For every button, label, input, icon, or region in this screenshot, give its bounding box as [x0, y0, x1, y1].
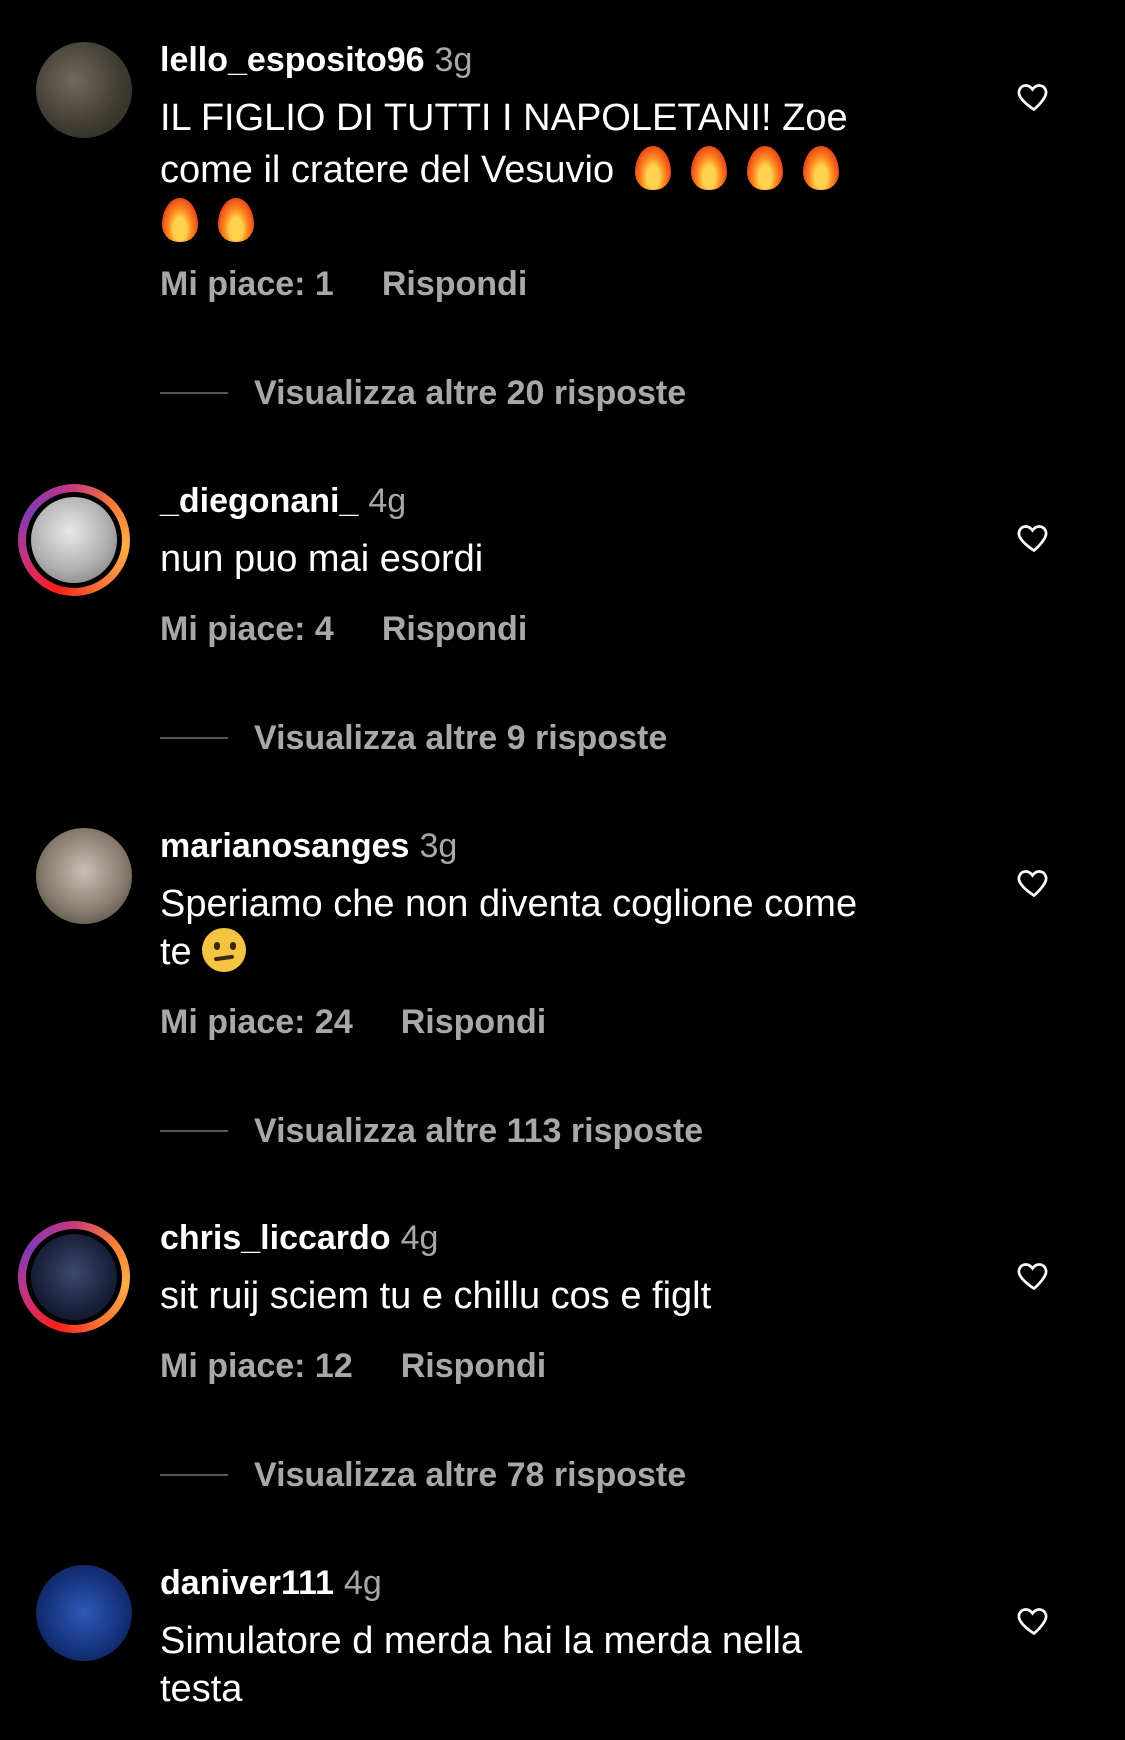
view-more-replies-label: Visualizza altre 20 risposte: [254, 374, 687, 412]
heart-outline-icon[interactable]: [1016, 1257, 1052, 1293]
view-more-replies[interactable]: Visualizza altre 20 risposte: [160, 373, 686, 413]
view-more-replies[interactable]: Visualizza altre 9 risposte: [160, 718, 667, 758]
fire-emoji: [689, 142, 729, 192]
avatar[interactable]: [36, 828, 132, 924]
comment-text-line: testa: [160, 1668, 243, 1710]
reply-button[interactable]: Rispondi: [382, 610, 527, 648]
view-more-replies-label: Visualizza altre 78 risposte: [254, 1456, 687, 1494]
comment-text: Speriamo che non diventa coglione come t…: [160, 880, 960, 976]
comment-text-line: nun puo mai esordi: [160, 538, 484, 580]
comment-actions: Mi piace: 1 Rispondi: [160, 264, 527, 304]
comment-username[interactable]: _diegonani_: [160, 482, 358, 520]
comment-username[interactable]: chris_liccardo: [160, 1219, 391, 1257]
comment-actions: Mi piace: 12 Rispondi: [160, 1346, 546, 1386]
avatar-image: [36, 42, 132, 138]
comment-time: 3g: [434, 41, 473, 79]
comment-text-line: sit ruij sciem tu e chillu cos e figlt: [160, 1275, 712, 1317]
likes-count[interactable]: Mi piace: 4: [160, 610, 334, 648]
likes-count[interactable]: Mi piace: 12: [160, 1347, 353, 1385]
comment-header: lello_esposito96 3g: [160, 40, 472, 80]
view-more-replies-label: Visualizza altre 113 risposte: [254, 1112, 704, 1150]
comment-header: chris_liccardo 4g: [160, 1218, 438, 1258]
avatar: [26, 1229, 122, 1325]
avatar[interactable]: [36, 1565, 132, 1661]
comment-header: marianosanges 3g: [160, 826, 457, 866]
comment-username[interactable]: lello_esposito96: [160, 41, 425, 79]
divider-line: [160, 1130, 228, 1132]
comment-username[interactable]: marianosanges: [160, 827, 409, 865]
comment-text: sit ruij sciem tu e chillu cos e figlt: [160, 1272, 960, 1320]
avatar[interactable]: [36, 42, 132, 138]
view-more-replies-label: Visualizza altre 9 risposte: [254, 719, 668, 757]
comment-actions: Mi piace: 4 Rispondi: [160, 609, 527, 649]
comment-actions: Mi piace: 24 Rispondi: [160, 1002, 546, 1042]
fire-emoji: [216, 194, 256, 244]
fire-emoji: [160, 194, 200, 244]
avatar-image: [36, 1565, 132, 1661]
avatar-image: [36, 828, 132, 924]
comment-text-line: Simulatore d merda hai la merda nella: [160, 1620, 803, 1662]
comment-text: Simulatore d merda hai la merda nella te…: [160, 1617, 960, 1713]
view-more-replies[interactable]: Visualizza altre 78 risposte: [160, 1455, 686, 1495]
reply-button[interactable]: Rispondi: [401, 1003, 546, 1041]
divider-line: [160, 392, 228, 394]
comment-time: 4g: [368, 482, 407, 520]
comment-username[interactable]: daniver111: [160, 1564, 334, 1602]
heart-outline-icon[interactable]: [1016, 519, 1052, 555]
comment-header: _diegonani_ 4g: [160, 481, 406, 521]
likes-count[interactable]: Mi piace: 1: [160, 265, 334, 303]
comment-text: IL FIGLIO DI TUTTI I NAPOLETANI! Zoe com…: [160, 94, 960, 246]
fire-emoji: [745, 142, 785, 192]
reply-button[interactable]: Rispondi: [401, 1347, 546, 1385]
reply-button[interactable]: Rispondi: [382, 265, 527, 303]
divider-line: [160, 1474, 228, 1476]
comment-header: daniver111 4g: [160, 1563, 382, 1603]
comment-time: 3g: [419, 827, 458, 865]
comment-text-line: Speriamo che non diventa coglione come: [160, 883, 858, 925]
comment-time: 4g: [343, 1564, 382, 1602]
heart-outline-icon[interactable]: [1016, 864, 1052, 900]
fire-emoji: [633, 142, 673, 192]
divider-line: [160, 737, 228, 739]
heart-outline-icon[interactable]: [1016, 1602, 1052, 1638]
comment-text-line: come il cratere del Vesuvio: [160, 142, 960, 194]
avatar-story-ring[interactable]: [18, 484, 130, 596]
avatar-story-ring[interactable]: [18, 1221, 130, 1333]
comment-text-line: te: [160, 928, 960, 976]
comment-time: 4g: [400, 1219, 439, 1257]
comment-text-line: IL FIGLIO DI TUTTI I NAPOLETANI! Zoe: [160, 97, 848, 139]
avatar: [26, 492, 122, 588]
comment-text: nun puo mai esordi: [160, 535, 960, 583]
heart-outline-icon[interactable]: [1016, 78, 1052, 114]
fire-emoji: [801, 142, 841, 192]
view-more-replies[interactable]: Visualizza altre 113 risposte: [160, 1111, 703, 1151]
comment-text-line: [160, 194, 960, 246]
likes-count[interactable]: Mi piace: 24: [160, 1003, 353, 1041]
confused-face-emoji: [201, 928, 246, 972]
